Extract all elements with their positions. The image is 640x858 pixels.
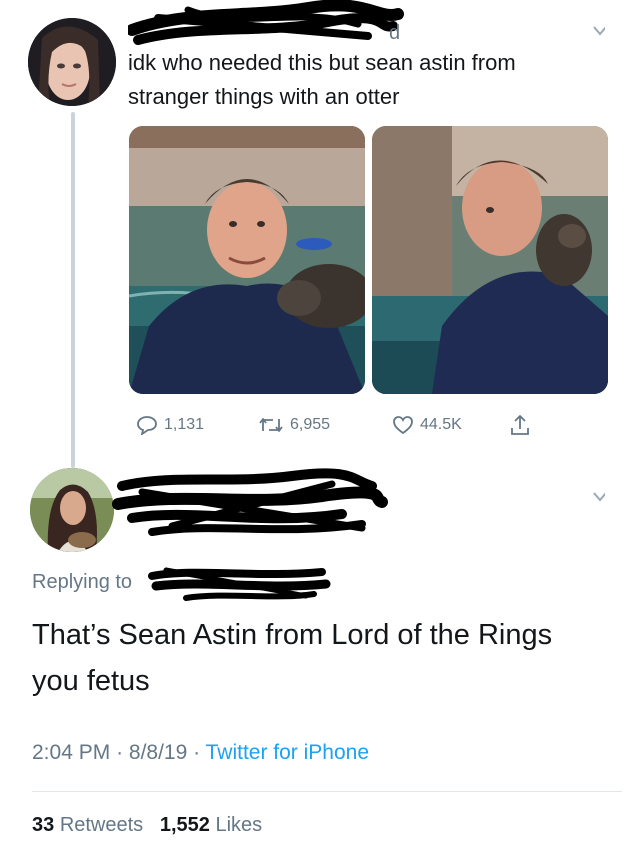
reply-date: 8/8/19: [128, 741, 188, 764]
retweets-stat-count: 33: [32, 814, 55, 836]
heart-icon: [393, 416, 413, 435]
share-icon: [511, 415, 529, 435]
tweet-text-line: stranger things with an otter: [128, 84, 400, 109]
tweet-photo-right[interactable]: [372, 126, 608, 394]
redacted-replying-handle: [148, 567, 331, 601]
chevron-down-icon[interactable]: [593, 26, 605, 38]
likes-stat-label: Likes: [215, 814, 263, 836]
redacted-author-name: [128, 0, 404, 45]
reply-count: 1,131: [164, 416, 205, 433]
meta-separator: ·: [193, 741, 201, 764]
reply-text-line: That’s Sean Astin from Lord of the Rings: [32, 619, 553, 651]
tweet-photo-left[interactable]: [129, 126, 365, 394]
tweet-actions: 1,131 6,955 44.5K: [136, 412, 536, 438]
reply-icon: [137, 416, 157, 435]
like-action[interactable]: 44.5K: [392, 415, 510, 435]
replying-to-label: Replying to: [32, 571, 133, 593]
reply-meta: 2:04 PM · 8/8/19 · Twitter for iPhone: [32, 741, 369, 765]
retweet-count: 6,955: [290, 416, 331, 433]
reply-source-link[interactable]: Twitter for iPhone: [206, 741, 369, 764]
reply-avatar[interactable]: [30, 468, 114, 552]
like-count: 44.5K: [420, 416, 462, 433]
retweets-stat[interactable]: 33 Retweets: [32, 814, 143, 836]
tweet-text-line: idk who needed this but sean astin from: [128, 50, 516, 75]
chevron-down-icon[interactable]: [593, 492, 605, 504]
share-action[interactable]: [510, 414, 536, 436]
reply-text: That’s Sean Astin from Lord of the Rings…: [32, 612, 552, 704]
retweet-icon: [259, 418, 283, 432]
reply-text-line: you fetus: [32, 665, 150, 697]
thread-line: [71, 112, 75, 468]
likes-stat[interactable]: 1,552 Likes: [160, 814, 262, 836]
author-name-fragment: d: [389, 22, 401, 44]
retweet-action[interactable]: 6,955: [258, 416, 392, 434]
reply-stats: 33 Retweets 1,552 Likes: [32, 814, 262, 837]
meta-separator: ·: [116, 741, 124, 764]
redacted-reply-author: [112, 468, 388, 536]
retweets-stat-label: Retweets: [59, 814, 144, 836]
reply-action[interactable]: 1,131: [136, 415, 258, 435]
tweet-avatar[interactable]: [28, 18, 116, 106]
tweet-text: idk who needed this but sean astin from …: [128, 46, 516, 114]
divider: [32, 791, 622, 792]
likes-stat-count: 1,552: [159, 814, 210, 836]
reply-time: 2:04 PM: [32, 741, 111, 764]
